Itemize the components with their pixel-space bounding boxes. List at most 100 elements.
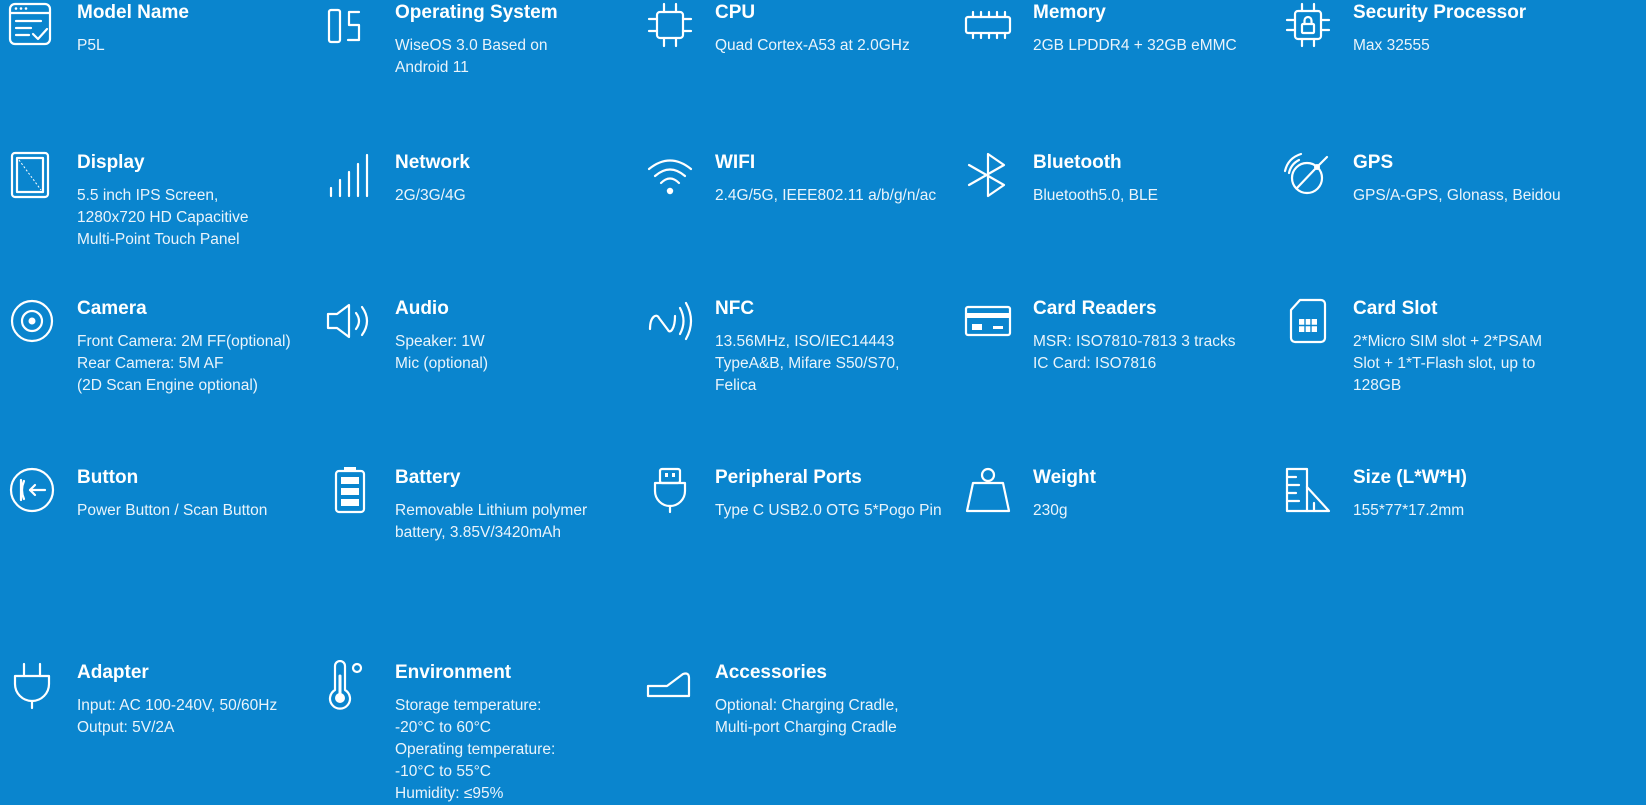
spec-title: Size (L*W*H) — [1353, 467, 1467, 488]
spec-line: Max 32555 — [1353, 37, 1430, 54]
network-signal-icon — [325, 150, 375, 200]
spec-line: Speaker: 1W — [395, 333, 485, 350]
spec-line: (2D Scan Engine optional) — [77, 377, 258, 394]
spec-line: -20°C to 60°C — [395, 719, 491, 736]
weight-icon — [963, 465, 1013, 515]
spec-description: 5.5 inch IPS Screen, 1280x720 HD Capaciti… — [77, 185, 248, 251]
spec-description: 230g — [1033, 500, 1067, 522]
spec-line: Optional: Charging Cradle, — [715, 697, 899, 714]
spec-description: 2*Micro SIM slot + 2*PSAM Slot + 1*T-Flas… — [1353, 331, 1542, 397]
spec-line: Rear Camera: 5M AF — [77, 355, 224, 372]
spec-description: Optional: Charging Cradle, Multi-port Cha… — [715, 695, 899, 739]
spec-description: Front Camera: 2M FF(optional) Rear Camera… — [77, 331, 291, 397]
spec-line: P5L — [77, 37, 105, 54]
camera-icon — [7, 296, 57, 346]
spec-title: Display — [77, 152, 145, 173]
spec-title: Camera — [77, 298, 147, 319]
spec-line: Removable Lithium polymer — [395, 502, 588, 519]
spec-description: Power Button / Scan Button — [77, 500, 267, 522]
spec-title: Card Readers — [1033, 298, 1157, 319]
power-button-icon — [7, 465, 57, 515]
spec-line: 2.4G/5G, IEEE802.11 a/b/g/n/ac — [715, 187, 937, 204]
spec-title: WIFI — [715, 152, 756, 173]
spec-description: 13.56MHz, ISO/IEC14443 TypeA&B, Mifare S5… — [715, 331, 899, 397]
spec-line: Multi-Point Touch Panel — [77, 231, 240, 248]
spec-description: Input: AC 100-240V, 50/60Hz Output: 5V/2A — [77, 695, 277, 739]
spec-description: 2GB LPDDR4 + 32GB eMMC — [1033, 35, 1237, 57]
display-tablet-icon — [7, 150, 57, 200]
spec-line: Output: 5V/2A — [77, 719, 175, 736]
spec-line: 2*Micro SIM slot + 2*PSAM — [1353, 333, 1543, 350]
spec-description: Bluetooth5.0, BLE — [1033, 185, 1158, 207]
spec-title: Environment — [395, 662, 512, 683]
spec-line: Power Button / Scan Button — [77, 502, 268, 519]
spec-line: 230g — [1033, 502, 1068, 519]
spec-line: GPS/A-GPS, Glonass, Beidou — [1353, 187, 1561, 204]
spec-line: 2GB LPDDR4 + 32GB eMMC — [1033, 37, 1237, 54]
spec-title: Memory — [1033, 2, 1106, 23]
spec-line: Mic (optional) — [395, 355, 489, 372]
spec-line: MSR: ISO7810-7813 3 tracks — [1033, 333, 1236, 350]
spec-title: Audio — [395, 298, 449, 319]
spec-line: Slot + 1*T-Flash slot, up to — [1353, 355, 1536, 372]
spec-description: Speaker: 1W Mic (optional) — [395, 331, 488, 375]
battery-icon — [325, 465, 375, 515]
model-name-icon — [7, 0, 57, 50]
spec-description: 2.4G/5G, IEEE802.11 a/b/g/n/ac — [715, 185, 936, 207]
spec-description: Max 32555 — [1353, 35, 1430, 57]
spec-description: Quad Cortex-A53 at 2.0GHz — [715, 35, 910, 57]
spec-title: Card Slot — [1353, 298, 1438, 319]
spec-line: Operating temperature: — [395, 741, 556, 758]
spec-line: 155*77*17.2mm — [1353, 502, 1465, 519]
spec-line: TypeA&B, Mifare S50/S70, — [715, 355, 900, 372]
wifi-icon — [645, 150, 695, 200]
spec-line: Android 11 — [395, 59, 469, 76]
nfc-icon — [645, 296, 695, 346]
spec-title: Button — [77, 467, 139, 488]
spec-line: Input: AC 100-240V, 50/60Hz — [77, 697, 278, 714]
spec-description: Removable Lithium polymer battery, 3.85V/… — [395, 500, 587, 544]
spec-description: 2G/3G/4G — [395, 185, 466, 207]
spec-line: 2G/3G/4G — [395, 187, 466, 204]
spec-title: Battery — [395, 467, 461, 488]
spec-description: 155*77*17.2mm — [1353, 500, 1464, 522]
spec-title: Adapter — [77, 662, 149, 683]
spec-description: GPS/A-GPS, Glonass, Beidou — [1353, 185, 1561, 207]
speaker-icon — [325, 296, 375, 346]
spec-line: Quad Cortex-A53 at 2.0GHz — [715, 37, 910, 54]
usb-port-icon — [645, 465, 695, 515]
spec-description: P5L — [77, 35, 105, 57]
spec-line: battery, 3.85V/3420mAh — [395, 524, 562, 541]
spec-title: NFC — [715, 298, 755, 319]
cpu-chip-icon — [645, 0, 695, 50]
spec-title: Weight — [1033, 467, 1096, 488]
spec-title: Operating System — [395, 2, 558, 23]
thermometer-icon — [325, 660, 375, 710]
memory-icon — [963, 0, 1013, 50]
spec-line: Felica — [715, 377, 757, 394]
spec-description: WiseOS 3.0 Based on Android 11 — [395, 35, 548, 79]
spec-line: IC Card: ISO7816 — [1033, 355, 1157, 372]
spec-line: -10°C to 55°C — [395, 763, 491, 780]
spec-description: Storage temperature: -20°C to 60°C Operati… — [395, 695, 555, 805]
spec-line: 128GB — [1353, 377, 1402, 394]
spec-line: Humidity: ≤95% — [395, 785, 504, 802]
sim-card-icon — [1283, 296, 1333, 346]
power-plug-icon — [7, 660, 57, 710]
spec-line: 13.56MHz, ISO/IEC14443 — [715, 333, 895, 350]
os-icon — [325, 0, 375, 50]
spec-title: GPS — [1353, 152, 1394, 173]
spec-line: 1280x720 HD Capacitive — [77, 209, 249, 226]
spec-title: Network — [395, 152, 470, 173]
spec-title: Model Name — [77, 2, 189, 23]
spec-description: MSR: ISO7810-7813 3 tracks IC Card: ISO78… — [1033, 331, 1235, 375]
spec-title: Peripheral Ports — [715, 467, 862, 488]
spec-line: Multi-port Charging Cradle — [715, 719, 897, 736]
size-ruler-icon — [1283, 465, 1333, 515]
spec-line: WiseOS 3.0 Based on — [395, 37, 548, 54]
spec-line: 5.5 inch IPS Screen, — [77, 187, 219, 204]
spec-line: Front Camera: 2M FF(optional) — [77, 333, 291, 350]
security-chip-lock-icon — [1283, 0, 1333, 50]
spec-title: Accessories — [715, 662, 827, 683]
spec-line: Storage temperature: — [395, 697, 542, 714]
